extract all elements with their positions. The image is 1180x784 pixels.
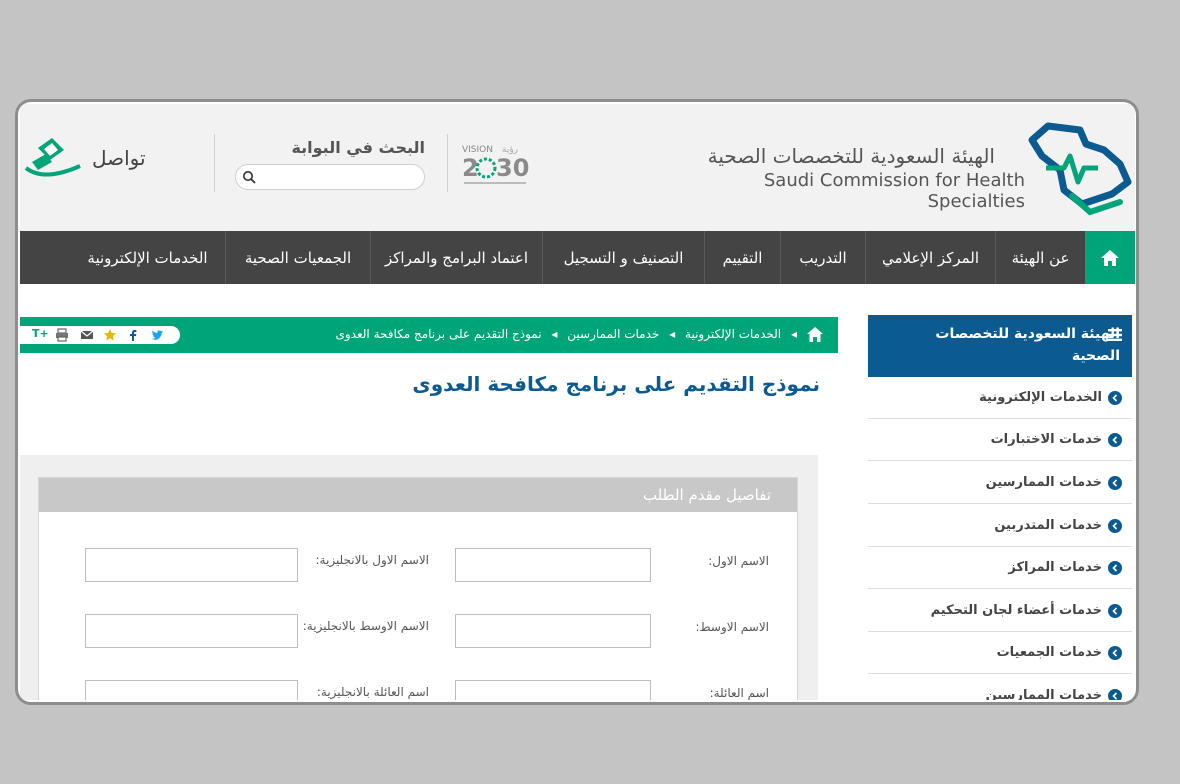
sidebar-item-practitioners-2[interactable]: خدمات الممارسين (868, 675, 1132, 700)
nav-item-accreditation[interactable]: اعتماد البرامج والمراكز (370, 231, 542, 284)
nav-item-societies[interactable]: الجمعيات الصحية (225, 231, 370, 284)
sidebar-item-eservices[interactable]: الخدمات الإلكترونية (868, 377, 1132, 419)
page-viewport: الهيئة السعودية للتخصصات الصحية Saudi Co… (20, 104, 1135, 700)
chevron-left-icon (1108, 645, 1122, 660)
sidebar-item-trainees[interactable]: خدمات المتدربين (868, 505, 1132, 547)
chevron-left-icon (1108, 432, 1122, 447)
family-name-field[interactable] (455, 680, 651, 700)
sidebar-title-text: الهيئة السعودية للتخصصات الصحية (935, 326, 1120, 364)
facebook-icon[interactable] (126, 328, 140, 342)
first-name-en-label: الاسم الاول بالانجليزية: (315, 553, 430, 567)
breadcrumb-bar: ◂ الخدمات الإلكترونية ◂ خدمات الممارسين … (20, 317, 838, 353)
org-name-ar: الهيئة السعودية للتخصصات الصحية (707, 144, 995, 168)
nav-home-button[interactable] (1085, 231, 1135, 284)
middle-name-en-field[interactable] (85, 614, 298, 648)
nav-item-about[interactable]: عن الهيئة (995, 231, 1085, 284)
svg-text:30: 30 (496, 154, 529, 182)
nav-item-media[interactable]: المركز الإعلامي (865, 231, 995, 284)
print-icon[interactable] (55, 328, 69, 342)
twitter-icon[interactable] (150, 328, 164, 342)
search-icon[interactable] (242, 170, 256, 184)
nav-item-registration[interactable]: التصنيف و التسجيل (542, 231, 704, 284)
main-nav: عن الهيئة المركز الإعلامي التدريب التقيي… (20, 231, 1135, 284)
middle-name-field[interactable] (455, 614, 651, 648)
search-input[interactable] (260, 168, 416, 186)
sidebar-item-label: خدمات الممارسين (985, 475, 1102, 490)
breadcrumb-item[interactable]: خدمات الممارسين (567, 327, 659, 341)
first-name-field[interactable] (455, 548, 651, 582)
nav-item-training[interactable]: التدريب (780, 231, 865, 284)
sidebar-item-label: خدمات المراكز (1008, 560, 1102, 575)
scfhs-logo-icon[interactable] (1020, 120, 1132, 216)
breadcrumb-separator: ◂ (551, 327, 558, 341)
chevron-left-icon (1108, 475, 1122, 490)
site-header: الهيئة السعودية للتخصصات الصحية Saudi Co… (20, 104, 1135, 231)
chevron-left-icon (1108, 390, 1122, 405)
vision-2030-logo-icon: VISION رؤية 2 30 (462, 145, 529, 184)
family-name-en-label: اسم العائلة بالانجليزية: (316, 685, 429, 699)
chevron-left-icon (1108, 603, 1122, 618)
chevron-left-icon (1108, 518, 1122, 533)
share-tools: - T+ (20, 326, 180, 344)
sidebar-item-centers[interactable]: خدمات المراكز (868, 547, 1132, 589)
sidebar-title: الهيئة السعودية للتخصصات الصحية (868, 315, 1132, 377)
family-name-en-field[interactable] (85, 680, 298, 700)
header-divider (214, 134, 215, 192)
sidebar-item-label: خدمات الممارسين (985, 688, 1102, 700)
chevron-left-icon (1108, 688, 1122, 700)
breadcrumb-item[interactable]: الخدمات الإلكترونية (685, 327, 781, 341)
email-icon[interactable] (80, 328, 94, 342)
breadcrumb-separator: ◂ (790, 327, 797, 341)
svg-text:2: 2 (462, 154, 479, 182)
search-box (235, 164, 425, 190)
breadcrumb-separator: ◂ (669, 327, 676, 341)
header-divider (447, 134, 448, 192)
font-decrease-button[interactable]: - (20, 327, 21, 340)
nav-item-eservices[interactable]: الخدمات الإلكترونية (70, 231, 225, 284)
sidebar-item-label: خدمات أعضاء لجان التحكيم (930, 603, 1102, 618)
sidebar-item-label: خدمات الاختبارات (990, 432, 1102, 447)
menu-icon (1108, 329, 1122, 341)
browser-frame: الهيئة السعودية للتخصصات الصحية Saudi Co… (15, 99, 1139, 705)
breadcrumb-current: نموذج التقديم على برنامج مكافحة العدوى (335, 327, 542, 341)
search-label: البحث في البوابة (291, 138, 425, 157)
breadcrumb: ◂ الخدمات الإلكترونية ◂ خدمات الممارسين … (335, 327, 800, 341)
sidebar-item-arbitration[interactable]: خدمات أعضاء لجان التحكيم (868, 590, 1132, 632)
tawasol-logo-icon[interactable] (24, 138, 82, 186)
sidebar-item-practitioners[interactable]: خدمات الممارسين (868, 462, 1132, 504)
tawasol-label[interactable]: تواصل (92, 146, 146, 170)
applicant-details-panel: تفاصيل مقدم الطلب الاسم الاول: الاسم الا… (38, 477, 798, 700)
panel-title: تفاصيل مقدم الطلب (39, 478, 797, 512)
font-increase-button[interactable]: T+ (32, 327, 49, 340)
sidebar-item-societies[interactable]: خدمات الجمعيات (868, 632, 1132, 674)
sidebar-item-label: خدمات المتدربين (994, 518, 1102, 533)
chevron-left-icon (1108, 560, 1122, 575)
sidebar-item-label: خدمات الجمعيات (996, 645, 1102, 660)
breadcrumb-home-icon[interactable] (806, 326, 824, 343)
page-title: نموذج التقديم على برنامج مكافحة العدوى (412, 372, 820, 396)
favorite-star-icon[interactable] (103, 328, 117, 342)
sidebar-item-label: الخدمات الإلكترونية (979, 390, 1102, 405)
sidebar-item-exams[interactable]: خدمات الاختبارات (868, 419, 1132, 461)
nav-item-assessment[interactable]: التقييم (704, 231, 780, 284)
middle-name-en-label: الاسم الاوسط بالانجليزية: (302, 619, 429, 633)
org-name-en: Saudi Commission for Health Specialties (763, 170, 1025, 212)
home-icon (1101, 249, 1119, 266)
first-name-en-field[interactable] (85, 548, 298, 582)
